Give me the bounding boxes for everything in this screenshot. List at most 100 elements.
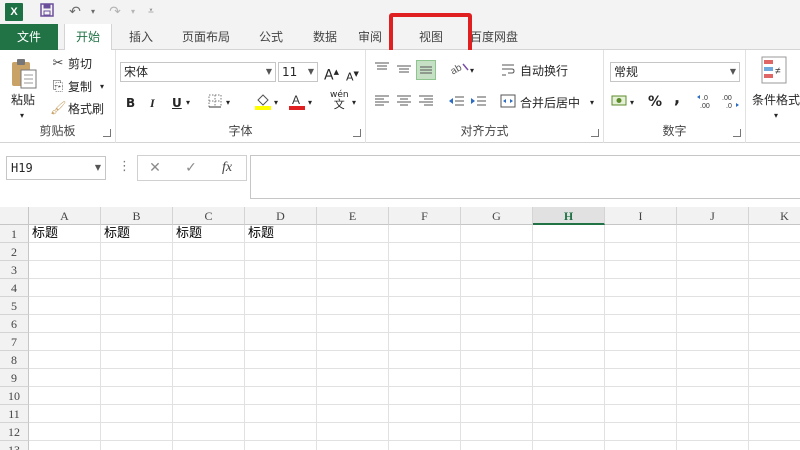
column-header[interactable]: K [749,207,800,225]
cell-C7[interactable] [173,333,245,351]
currency-icon[interactable] [610,94,630,113]
cell-E7[interactable] [317,333,389,351]
column-header[interactable]: A [29,207,101,225]
font-name-combo[interactable]: 宋体 ▼ [120,62,276,82]
cell-B4[interactable] [101,279,173,297]
cell-I5[interactable] [605,297,677,315]
column-header[interactable]: H [533,207,605,225]
cell-E3[interactable] [317,261,389,279]
cell-G9[interactable] [461,369,533,387]
row-header[interactable]: 2 [0,243,29,261]
column-header[interactable]: B [101,207,173,225]
cell-I13[interactable] [605,441,677,450]
align-left-icon[interactable] [374,95,390,112]
cell-D12[interactable] [245,423,317,441]
tab-data[interactable]: 数据 [302,24,348,50]
cell-J4[interactable] [677,279,749,297]
row-header[interactable]: 7 [0,333,29,351]
shrink-font-button[interactable]: A▼ [346,66,359,86]
cell-C11[interactable] [173,405,245,423]
cell-C9[interactable] [173,369,245,387]
cell-C12[interactable] [173,423,245,441]
cell-F10[interactable] [389,387,461,405]
cell-D2[interactable] [245,243,317,261]
chevron-down-icon[interactable]: ▼ [266,63,272,81]
cell-B13[interactable] [101,441,173,450]
cell-I12[interactable] [605,423,677,441]
font-color-dropdown-icon[interactable]: ▾ [308,95,312,111]
cell-A8[interactable] [29,351,101,369]
clipboard-launcher-icon[interactable] [103,129,111,137]
cell-A5[interactable] [29,297,101,315]
cell-F3[interactable] [389,261,461,279]
redo-icon[interactable]: ↷ [106,3,124,21]
borders-dropdown-icon[interactable]: ▾ [226,95,230,111]
orientation-dropdown-icon[interactable]: ▾ [470,63,474,79]
tab-insert[interactable]: 插入 [118,24,164,50]
cell-G6[interactable] [461,315,533,333]
phonetic-dropdown-icon[interactable]: ▾ [352,95,356,111]
underline-button[interactable]: U [172,95,182,111]
column-header[interactable]: G [461,207,533,225]
tab-page-layout[interactable]: 页面布局 [172,24,240,50]
row-header[interactable]: 6 [0,315,29,333]
cell-H7[interactable] [533,333,605,351]
cell-K4[interactable] [749,279,800,297]
undo-icon[interactable]: ↶ [66,3,84,21]
number-launcher-icon[interactable] [733,129,741,137]
cell-I9[interactable] [605,369,677,387]
currency-dropdown-icon[interactable]: ▾ [630,95,634,111]
row-header[interactable]: 13 [0,441,29,450]
format-painter-button[interactable]: 格式刷 [68,101,104,117]
cell-I1[interactable] [605,225,677,243]
merge-center-dropdown-icon[interactable]: ▾ [590,95,594,111]
conditional-format-button[interactable]: 条件格式 [752,92,800,108]
cell-H2[interactable] [533,243,605,261]
cell-C4[interactable] [173,279,245,297]
cell-A7[interactable] [29,333,101,351]
conditional-format-dropdown-icon[interactable]: ▾ [774,108,778,124]
cell-J10[interactable] [677,387,749,405]
cell-A6[interactable] [29,315,101,333]
paste-button[interactable]: 粘贴 [11,92,35,108]
cell-J11[interactable] [677,405,749,423]
cut-button[interactable]: 剪切 [68,56,92,72]
cell-A13[interactable] [29,441,101,450]
cell-D9[interactable] [245,369,317,387]
cell-E6[interactable] [317,315,389,333]
cell-G8[interactable] [461,351,533,369]
underline-dropdown-icon[interactable]: ▾ [186,95,190,111]
cell-J5[interactable] [677,297,749,315]
cell-K5[interactable] [749,297,800,315]
cell-D1[interactable]: 标题 [245,225,317,243]
cell-D3[interactable] [245,261,317,279]
undo-dropdown-icon[interactable]: ▾ [84,3,102,21]
cell-C13[interactable] [173,441,245,450]
select-all-corner[interactable] [0,207,29,225]
cell-I11[interactable] [605,405,677,423]
cell-D10[interactable] [245,387,317,405]
cell-K9[interactable] [749,369,800,387]
insert-function-icon[interactable]: fx [216,160,238,176]
cell-J1[interactable] [677,225,749,243]
decrease-decimal-icon[interactable]: .00.0 [720,92,740,115]
font-color-icon[interactable]: A [288,92,306,115]
cell-A3[interactable] [29,261,101,279]
tab-formulas[interactable]: 公式 [248,24,294,50]
cell-D6[interactable] [245,315,317,333]
cell-B10[interactable] [101,387,173,405]
cell-H5[interactable] [533,297,605,315]
copy-button[interactable]: 复制 [68,79,92,95]
format-painter-icon[interactable]: 🖌 [50,101,67,117]
cell-G10[interactable] [461,387,533,405]
cell-G7[interactable] [461,333,533,351]
cell-G4[interactable] [461,279,533,297]
cell-G12[interactable] [461,423,533,441]
bold-button[interactable]: B [126,95,135,111]
comma-button[interactable]: , [674,90,680,106]
chevron-down-icon[interactable]: ▼ [308,63,314,81]
cell-H6[interactable] [533,315,605,333]
cell-K13[interactable] [749,441,800,450]
row-header[interactable]: 4 [0,279,29,297]
cell-J8[interactable] [677,351,749,369]
